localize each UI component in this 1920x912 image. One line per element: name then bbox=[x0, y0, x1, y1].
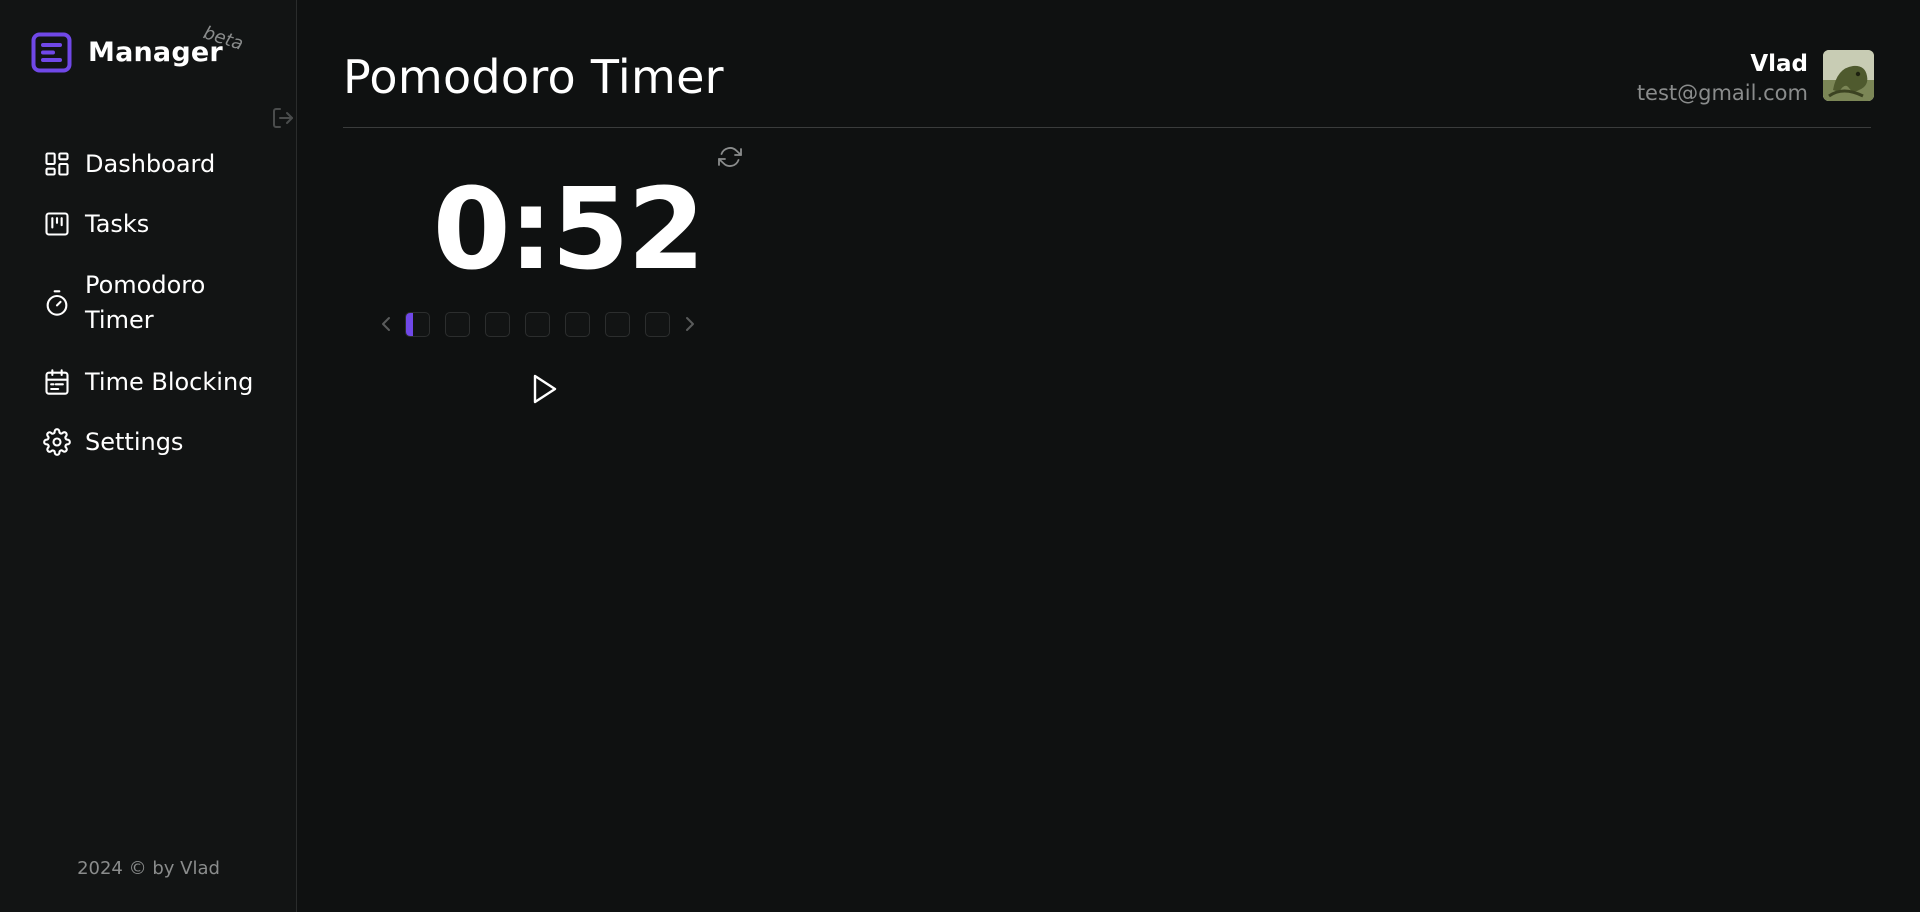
logo-icon bbox=[31, 32, 72, 73]
sidebar-item-dashboard[interactable]: Dashboard bbox=[43, 134, 283, 194]
next-round-button[interactable] bbox=[679, 311, 701, 337]
round-indicator-5 bbox=[565, 311, 590, 337]
round-indicator-7 bbox=[645, 311, 670, 337]
user-profile[interactable]: Vlad test@gmail.com bbox=[1637, 50, 1874, 108]
sidebar-item-label: Tasks bbox=[85, 209, 150, 238]
header-divider bbox=[343, 127, 1871, 128]
sidebar-item-settings[interactable]: Settings bbox=[43, 412, 283, 472]
stopwatch-icon bbox=[43, 289, 71, 317]
sidebar: Manager beta Dashboard Tasks Pomodoro Ti… bbox=[0, 0, 297, 912]
logout-icon bbox=[273, 108, 293, 128]
profile-text: Vlad test@gmail.com bbox=[1637, 50, 1808, 108]
sidebar-item-label: Settings bbox=[85, 427, 184, 456]
sidebar-item-label: Time Blocking bbox=[85, 367, 254, 396]
play-icon[interactable] bbox=[527, 371, 561, 407]
chevron-right-icon bbox=[686, 317, 694, 331]
footer-copyright: 2024 © by Vlad bbox=[77, 858, 220, 879]
timer-display: 0:52 bbox=[432, 165, 706, 295]
round-indicator-6 bbox=[605, 311, 630, 337]
round-indicator-2 bbox=[445, 311, 470, 337]
gear-icon bbox=[43, 428, 71, 456]
round-list bbox=[405, 311, 685, 337]
round-progress-fill bbox=[406, 312, 413, 336]
kanban-icon bbox=[43, 210, 71, 238]
sidebar-item-label: Dashboard bbox=[85, 149, 216, 178]
avatar[interactable] bbox=[1823, 50, 1874, 101]
chevron-left-icon bbox=[382, 317, 390, 331]
sidebar-item-time-blocking[interactable]: Time Blocking bbox=[43, 352, 283, 412]
main-content: Pomodoro Timer Vlad test@gmail.com 0:52 bbox=[297, 0, 1920, 912]
user-name: Vlad bbox=[1750, 51, 1808, 77]
round-indicator-4 bbox=[525, 311, 550, 337]
user-email: test@gmail.com bbox=[1636, 81, 1808, 105]
round-indicator-3 bbox=[485, 311, 510, 337]
sidebar-item-tasks[interactable]: Tasks bbox=[43, 194, 283, 254]
page-title: Pomodoro Timer bbox=[343, 50, 724, 104]
app-root: Manager beta Dashboard Tasks Pomodoro Ti… bbox=[0, 0, 1920, 912]
calendar-icon bbox=[43, 368, 71, 396]
rounds-indicator bbox=[375, 311, 701, 337]
brand[interactable]: Manager beta bbox=[31, 22, 246, 73]
prev-round-button[interactable] bbox=[375, 311, 397, 337]
dashboard-icon bbox=[43, 150, 71, 178]
sidebar-nav: Dashboard Tasks Pomodoro Timer Time Bloc… bbox=[43, 134, 283, 472]
collapse-sidebar-button[interactable] bbox=[270, 105, 296, 131]
round-indicator-1 bbox=[405, 311, 430, 337]
sidebar-item-pomodoro-timer[interactable]: Pomodoro Timer bbox=[43, 254, 283, 352]
sidebar-item-label: Pomodoro Timer bbox=[85, 271, 206, 334]
